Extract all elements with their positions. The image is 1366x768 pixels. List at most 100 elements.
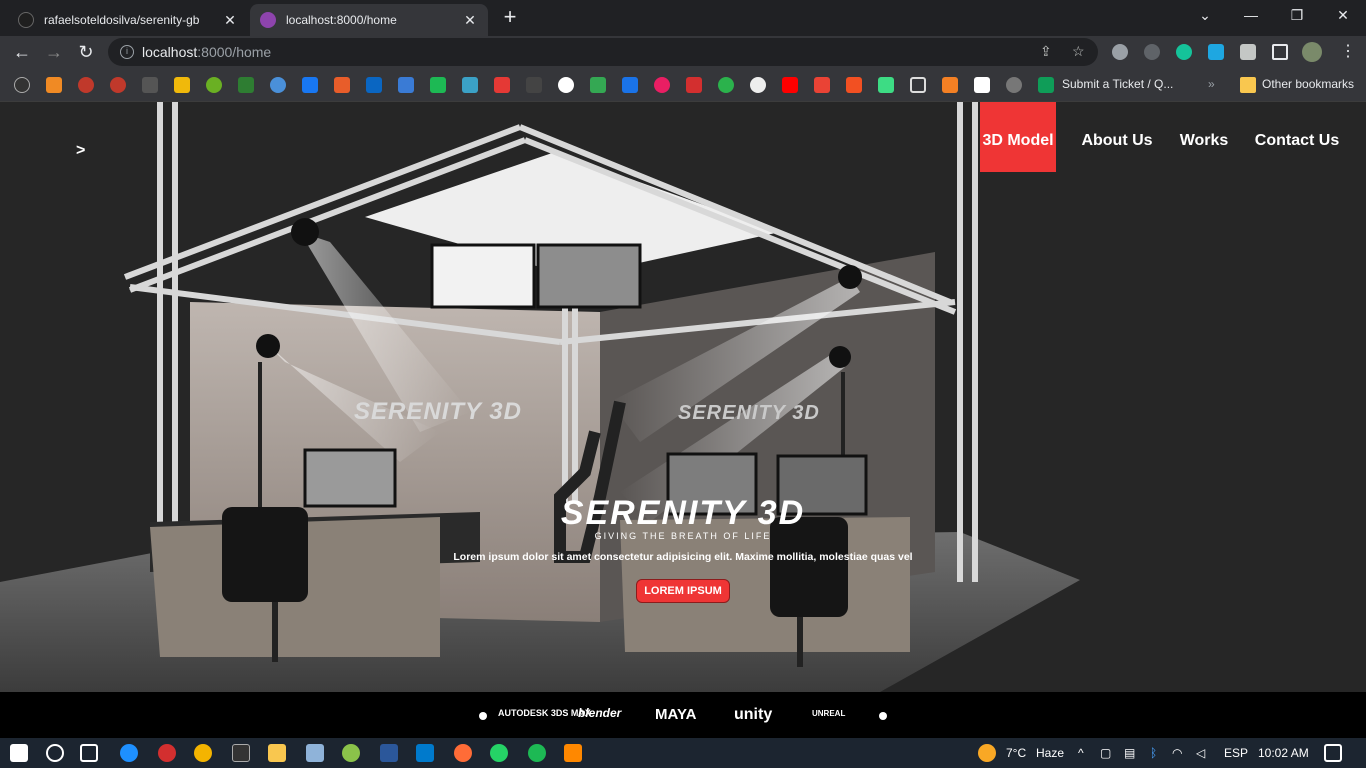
spotify-icon[interactable] <box>528 744 546 762</box>
nav-3d-model[interactable]: 3D Model <box>980 102 1056 172</box>
bookmark-orange-icon[interactable] <box>334 77 350 93</box>
bookmark-play-icon[interactable] <box>430 77 446 93</box>
bookmark-green-icon[interactable] <box>206 77 222 93</box>
spotlight <box>838 265 862 289</box>
bluetooth-icon[interactable]: ᛒ <box>1150 746 1157 760</box>
ticket-icon[interactable] <box>1038 77 1054 93</box>
task-view-icon[interactable] <box>80 744 98 762</box>
facebook-icon[interactable] <box>302 77 318 93</box>
weather-temp[interactable]: 7°C <box>1006 746 1026 760</box>
bookmark-blue-icon[interactable] <box>270 77 286 93</box>
volume-icon[interactable]: ◁ <box>1196 746 1205 760</box>
word-icon[interactable] <box>380 744 398 762</box>
ime-icon[interactable]: ▤ <box>1124 746 1135 760</box>
search-icon[interactable] <box>46 744 64 762</box>
bookmark-flag-icon[interactable] <box>686 77 702 93</box>
microsoft-icon[interactable] <box>846 77 862 93</box>
tab-search-icon[interactable]: ⌄ <box>1182 0 1228 30</box>
binance-icon[interactable] <box>174 77 190 93</box>
bookmark-star-icon[interactable]: ☆ <box>1072 43 1085 60</box>
extension-capture-icon[interactable] <box>1208 44 1224 60</box>
windows-start-icon[interactable] <box>10 744 28 762</box>
bookmark-dev-icon[interactable] <box>398 77 414 93</box>
chevron-up-icon[interactable]: ^ <box>1078 746 1084 760</box>
google-icon[interactable] <box>558 77 574 93</box>
we-icon[interactable] <box>526 77 542 93</box>
bookmark-red-icon[interactable] <box>78 77 94 93</box>
back-button[interactable]: ← <box>10 40 34 64</box>
vscode-icon[interactable] <box>416 744 434 762</box>
hero-cta-button[interactable]: LOREM IPSUM <box>636 579 730 603</box>
postman-icon[interactable] <box>454 744 472 762</box>
weather-desc[interactable]: Haze <box>1036 746 1064 760</box>
paint-icon[interactable] <box>342 744 360 762</box>
extension-alarm-icon[interactable] <box>1144 44 1160 60</box>
app-red-icon[interactable] <box>158 744 176 762</box>
wifi-icon[interactable]: ◠ <box>1172 746 1182 760</box>
close-icon[interactable]: ✕ <box>222 12 238 29</box>
bookmark-red-icon[interactable] <box>110 77 126 93</box>
puzzle-icon[interactable] <box>1240 44 1256 60</box>
github-icon[interactable] <box>14 77 30 93</box>
hanging-screen <box>430 243 536 309</box>
bookmark-square-icon[interactable] <box>910 77 926 93</box>
share-icon[interactable]: ⇪ <box>1040 43 1052 60</box>
globe-icon[interactable] <box>750 77 766 93</box>
carousel-dot[interactable] <box>879 712 887 720</box>
3dsmax-logo: AUTODESK 3DS MAX <box>498 708 591 718</box>
code-icon[interactable] <box>142 77 158 93</box>
nav-works[interactable]: Works <box>1176 102 1232 172</box>
bookmark-wave-icon[interactable] <box>462 77 478 93</box>
minimize-button[interactable]: — <box>1228 0 1274 30</box>
terminal-icon[interactable] <box>232 744 250 762</box>
bookmark-arrows-icon[interactable] <box>878 77 894 93</box>
youtube-icon[interactable] <box>782 77 798 93</box>
other-bookmarks[interactable]: Other bookmarks <box>1262 77 1354 91</box>
clock[interactable]: 10:02 AM <box>1258 746 1309 760</box>
drive-icon[interactable] <box>590 77 606 93</box>
carousel-dot[interactable] <box>479 712 487 720</box>
grammarly-icon[interactable] <box>1176 44 1192 60</box>
codeproject-icon[interactable] <box>46 77 62 93</box>
notifications-icon[interactable] <box>1324 744 1342 762</box>
file-explorer-icon[interactable] <box>268 744 286 762</box>
side-panel-icon[interactable] <box>1272 44 1288 60</box>
nav-about-us[interactable]: About Us <box>1078 102 1156 172</box>
bookmark-pink-icon[interactable] <box>654 77 670 93</box>
site-info-icon[interactable]: i <box>120 45 134 59</box>
bookmark-ticket-label[interactable]: Submit a Ticket / Q... <box>1062 77 1173 91</box>
reload-button[interactable]: ↻ <box>74 40 98 64</box>
whatsapp-icon[interactable] <box>490 744 508 762</box>
forward-button[interactable]: → <box>42 40 66 64</box>
ef-icon[interactable] <box>622 77 638 93</box>
heart-icon[interactable] <box>494 77 510 93</box>
chrome-icon[interactable] <box>194 744 212 762</box>
unreal-logo: UNREAL <box>812 709 846 718</box>
nav-contact-us[interactable]: Contact Us <box>1252 102 1342 172</box>
extension-bulb-icon[interactable] <box>1112 44 1128 60</box>
menu-kebab-icon[interactable]: ⋮ <box>1336 40 1360 64</box>
cortana-icon[interactable] <box>120 744 138 762</box>
notepad-icon[interactable] <box>306 744 324 762</box>
avatar[interactable] <box>1302 42 1322 62</box>
restore-button[interactable]: ❐ <box>1274 0 1320 30</box>
bookmark-green2-icon[interactable] <box>718 77 734 93</box>
address-bar[interactable]: i localhost:8000/home ⇪ ☆ <box>108 38 1098 66</box>
new-tab-button[interactable]: + <box>498 6 522 30</box>
qr-icon[interactable] <box>974 77 990 93</box>
tab-github[interactable]: rafaelsoteldosilva/serenity-gb ✕ <box>8 4 248 36</box>
language-indicator[interactable]: ESP <box>1224 746 1248 760</box>
linkedin-icon[interactable] <box>366 77 382 93</box>
window-close-button[interactable]: ✕ <box>1320 0 1366 30</box>
stackoverflow-icon[interactable] <box>942 77 958 93</box>
tab-localhost[interactable]: localhost:8000/home ✕ <box>250 4 488 36</box>
windows-taskbar: 7°C Haze ^ ▢ ▤ ᛒ ◠ ◁ ESP 10:02 AM <box>0 738 1366 768</box>
bookmark-leaf-icon[interactable] <box>238 77 254 93</box>
close-icon[interactable]: ✕ <box>462 12 478 29</box>
gmail-icon[interactable] <box>814 77 830 93</box>
bookmark-sphere-icon[interactable] <box>1006 77 1022 93</box>
bookmarks-overflow[interactable]: » <box>1208 77 1215 91</box>
meet-icon[interactable]: ▢ <box>1100 746 1111 760</box>
vlc-icon[interactable] <box>564 744 582 762</box>
folder-icon[interactable] <box>1240 77 1256 93</box>
